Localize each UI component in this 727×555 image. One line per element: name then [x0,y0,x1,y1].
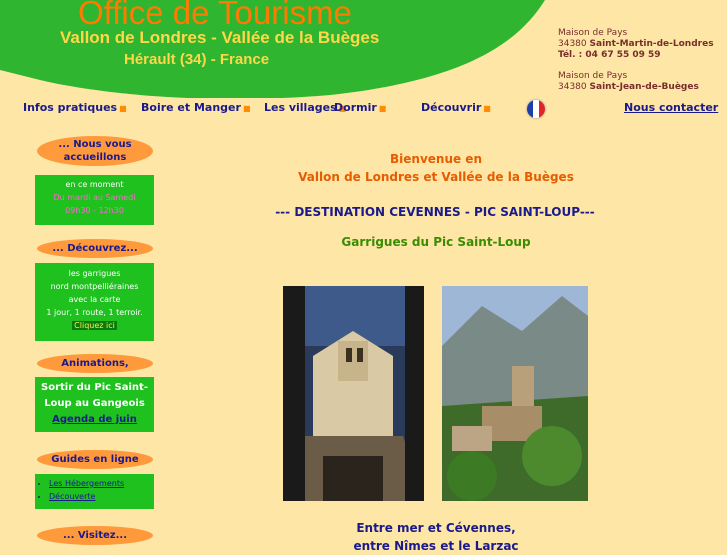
guide-hebergements-link[interactable]: Les Hébergements [49,479,124,488]
agenda-link[interactable]: Agenda de juin [52,414,137,425]
visit-title: ... Visitez... [37,526,153,545]
discover-line: avec la carte [68,295,121,304]
events-title: Animations, Festivités [37,354,153,388]
events-box: Sortir du Pic Saint- Loup au Gangeois Ag… [35,377,154,432]
discover-line: 1 jour, 1 route, 1 terroir. [46,308,143,317]
village-photo [442,286,588,501]
opening-days: Du mardi au Samedi [53,193,136,202]
events-line: Loup au Gangeois [44,398,145,409]
nav-decouvrir[interactable]: Découvrir ■ [421,101,491,114]
guide-decouverte-link[interactable]: Découverte [49,492,95,501]
nav-dormir[interactable]: Dormir ■ [334,101,386,114]
tagline: Entre mer et Cévennes, entre Nîmes et le… [286,519,586,555]
welcome-heading: Bienvenue en Vallon de Londres et Vallée… [286,150,586,186]
nav-infos-pratiques[interactable]: Infos pratiques ■ [23,101,127,114]
welcome-title: ... Nous vous accueillons [37,136,153,166]
site-region: Hérault (34) - France [124,51,270,68]
address-saint-martin: Maison de Pays 34380 Saint-Martin-de-Lon… [558,28,714,60]
site-subtitle: Vallon de Londres - Vallée de la Buèges [60,28,380,47]
french-flag-icon[interactable] [527,100,545,118]
discover-box: les garrigues nord montpelliéraines avec… [35,263,154,341]
destination-heading: --- DESTINATION CEVENNES - PIC SAINT-LOU… [275,205,595,219]
address-saint-jean: Maison de Pays 34380 Saint-Jean-de-Buège… [558,71,699,92]
guides-box: Les Hébergements Découverte [35,474,154,509]
opening-label: en ce moment [65,180,124,189]
welcome-line: Bienvenue en [390,152,482,166]
discover-cta-link[interactable]: Cliquez ici [72,321,117,330]
events-line: Sortir du Pic Saint- [41,382,148,393]
opening-hours: 09h30 - 12h30 [65,206,124,215]
discover-line: nord montpelliéraines [50,282,139,291]
tagline-line: entre Nîmes et le Larzac [353,539,519,553]
nav-contact[interactable]: Nous contacter [624,101,718,114]
abbey-church-photo [283,286,424,501]
site-header: Office de Tourisme Vallon de Londres - V… [0,0,727,98]
tagline-line: Entre mer et Cévennes, [356,521,516,535]
opening-hours-box: en ce moment Du mardi au Samedi 09h30 - … [35,175,154,225]
discover-line: les garrigues [68,269,121,278]
discover-title: ... Découvrez... [37,239,153,258]
garrigues-heading: Garrigues du Pic Saint-Loup [341,235,531,249]
welcome-line: Vallon de Londres et Vallée de la Buèges [298,170,574,184]
nav-boire-et-manger[interactable]: Boire et Manger ■ [141,101,251,114]
guides-title: Guides en ligne [37,450,153,469]
